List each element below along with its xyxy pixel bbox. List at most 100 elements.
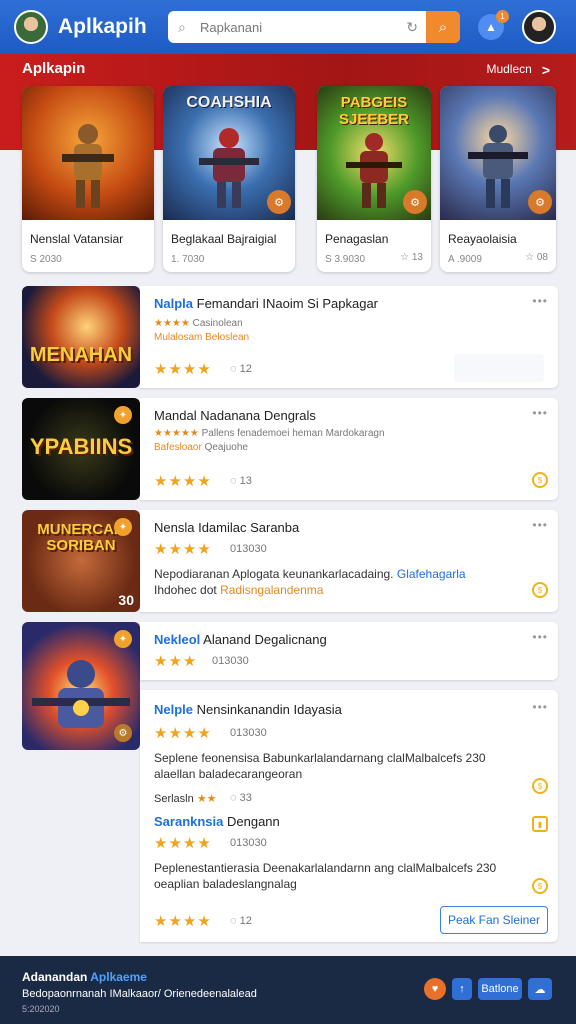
list-item-title: Nekleol Alanand Degalicnang: [154, 632, 327, 647]
more-options-icon[interactable]: •••: [532, 406, 548, 420]
description-highlight: Radisngalandenma: [220, 583, 324, 597]
comment-count-value: 33: [239, 792, 252, 804]
game-thumbnail[interactable]: MENAHAN: [22, 286, 140, 388]
game-thumbnail[interactable]: YPABIINS ✦: [22, 398, 140, 500]
featured-card-meta: S 2030: [30, 254, 62, 265]
search-input[interactable]: Rapkanani: [200, 20, 406, 35]
rating-count: 013030: [230, 837, 267, 849]
game-thumbnail[interactable]: MUNERCAN SORIBAN ✦ 30: [22, 510, 140, 612]
game-badge-icon: ⚙: [528, 190, 552, 214]
coin-icon: $: [532, 778, 548, 794]
list-item-title-highlight: Nekleol: [154, 632, 201, 647]
app-brand-title: Aplkapih: [58, 15, 147, 38]
search-button[interactable]: ⌕: [426, 11, 460, 43]
upload-icon[interactable]: ↑: [452, 978, 472, 1000]
list-item-subtitle: Bafesloaor Qeajuohe: [154, 442, 248, 453]
footer-title-text: Adanandan: [22, 970, 88, 984]
game-badge-icon: ✦: [114, 630, 132, 648]
list-item-sub2-highlight: Mulalosam: [154, 332, 203, 343]
description-line: Ihdohec dot: [154, 583, 217, 597]
more-options-icon[interactable]: •••: [532, 294, 548, 308]
list-item[interactable]: Nekleol Alanand Degalicnang ••• ★★★ 0130…: [140, 622, 558, 680]
list-item-subtitle: ★★★★ Casinolean: [154, 318, 243, 329]
featured-card-meta: A .9009: [448, 254, 482, 265]
featured-card[interactable]: COAHSHIA ⚙ Beglakaal Bajraigial 1. 7030: [163, 86, 295, 272]
rating-stars: ★★★★: [154, 913, 212, 930]
footer-bar: Adanandan Aplkaeme Bedopaonrnanah IMalka…: [0, 956, 576, 1024]
small-rating-stars: ★★: [196, 793, 217, 805]
game-thumbnail[interactable]: ✦ ⚙: [22, 622, 140, 750]
more-options-icon[interactable]: •••: [532, 700, 548, 714]
list-item-title: Nensla Idamilac Saranba: [154, 520, 300, 535]
featured-card-title: Beglakaal Bajraigial: [171, 232, 277, 246]
featured-card-art: ⚙: [440, 86, 556, 220]
footer-action-button[interactable]: Batlone: [478, 978, 522, 1000]
footer-title-highlight: Aplkaeme: [90, 970, 147, 984]
more-options-icon[interactable]: •••: [532, 630, 548, 644]
comment-count: ◌ 12: [230, 363, 252, 375]
list-item-subtitle: ★★★★★ Pallens fenademoei heman Mardokara…: [154, 428, 385, 439]
rating-stars: ★★★★: [154, 361, 212, 378]
comment-count-value: 13: [239, 475, 252, 487]
featured-card-art-title: COAHSHIA: [186, 94, 272, 111]
rating-stars: ★★★★: [154, 835, 212, 852]
featured-card-art: COAHSHIA ⚙: [163, 86, 295, 220]
featured-card-art: [22, 86, 154, 220]
list-item-expanded[interactable]: Nelple Nensinkanandin Idayasia ••• ★★★★ …: [140, 690, 558, 942]
game-badge-icon: ✦: [114, 406, 132, 424]
follow-button[interactable]: Peak Fan Sleiner: [440, 906, 548, 934]
featured-more-label: Mudlecn: [486, 62, 532, 76]
featured-card-art: PABGEIS SJEEBER ⚙: [317, 86, 431, 220]
list-item-sub1: Pallens fenademoei heman Mardokaragn: [201, 428, 385, 439]
footer-subtitle: Bedopaonrnanah IMalkaaor/ Orienedeenalal…: [22, 988, 257, 1000]
top-app-bar: Aplkapih ⌕ Rapkanani ↻ ⌕ ▲ 1: [0, 0, 576, 54]
game-thumbnail-title: MENAHAN: [29, 344, 133, 366]
list-item[interactable]: Mandal Nadanana Dengrals ••• ★★★★★ Palle…: [140, 398, 558, 500]
featured-card-meta: S 3.9030: [325, 254, 366, 265]
soldier-illustration: [62, 124, 114, 208]
featured-card[interactable]: Nenslal Vatansiar S 2030: [22, 86, 154, 272]
app-logo-avatar[interactable]: [14, 10, 48, 44]
list-item-description: Seplene feonensisa Babunkarlalandarnang …: [154, 751, 486, 765]
comment-count-value: 12: [239, 363, 252, 375]
small-rating-label: Serlasln: [154, 793, 194, 805]
user-avatar[interactable]: [522, 10, 556, 44]
list-item-description: Peplenestantierasia Deenakarlalandarnn a…: [154, 861, 497, 875]
coin-icon: $: [532, 582, 548, 598]
list-item-title-highlight: Nalpla: [154, 296, 194, 311]
footer-title: Adanandan Aplkaeme: [22, 970, 147, 984]
chevron-right-icon: >: [541, 62, 550, 78]
refresh-icon[interactable]: ↻: [406, 19, 418, 36]
featured-card[interactable]: ⚙ Reayaolaisia A .9009 ☆ 08: [440, 86, 556, 272]
bookmark-icon[interactable]: ▮: [532, 816, 548, 832]
comment-icon: ◌: [230, 475, 237, 487]
featured-more-link[interactable]: Mudlecn >: [486, 62, 550, 78]
comment-icon: ◌: [230, 792, 237, 804]
list-item-title: Nalpla Femandari INaoim Si Papkagar: [154, 296, 378, 311]
rating-stars: ★★★★: [154, 541, 212, 558]
list-item-sub2: Qeajuohe: [204, 442, 248, 453]
search-bar[interactable]: ⌕ Rapkanani ↻ ⌕: [168, 11, 460, 43]
featured-card[interactable]: PABGEIS SJEEBER ⚙ Penagaslan S 3.9030 ☆ …: [317, 86, 431, 272]
list-item-sub2: Beloslean: [205, 332, 250, 343]
sub-section-title: Saranknsia Dengann: [154, 814, 280, 829]
search-icon: ⌕: [178, 19, 186, 35]
notification-button[interactable]: ▲ 1: [478, 10, 509, 40]
more-options-icon[interactable]: •••: [532, 518, 548, 532]
featured-card-title: Reayaolaisia: [448, 232, 517, 246]
list-item[interactable]: Nensla Idamilac Saranba ••• ★★★★ 013030 …: [140, 510, 558, 612]
cloud-icon[interactable]: ☁: [528, 978, 552, 1000]
notification-count-badge: 1: [496, 10, 509, 23]
comment-count: ◌ 33: [230, 792, 252, 804]
placeholder-button[interactable]: [454, 354, 544, 382]
list-item[interactable]: Nalpla Femandari INaoim Si Papkagar ••• …: [140, 286, 558, 388]
featured-card-title: Penagaslan: [325, 232, 389, 246]
comment-count-value: 12: [239, 915, 252, 927]
small-rating-row: Serlasln ★★: [154, 792, 217, 805]
list-item-description: Ihdohec dot Radisngalandenma: [154, 582, 323, 599]
list-item-sub2-highlight: Bafesloaor: [154, 442, 202, 453]
list-item-subtitle: Mulalosam Beloslean: [154, 332, 249, 343]
list-item-title: Nelple Nensinkanandin Idayasia: [154, 702, 342, 717]
heart-icon[interactable]: ♥: [424, 978, 446, 1000]
featured-card-meta: 1. 7030: [171, 254, 205, 265]
